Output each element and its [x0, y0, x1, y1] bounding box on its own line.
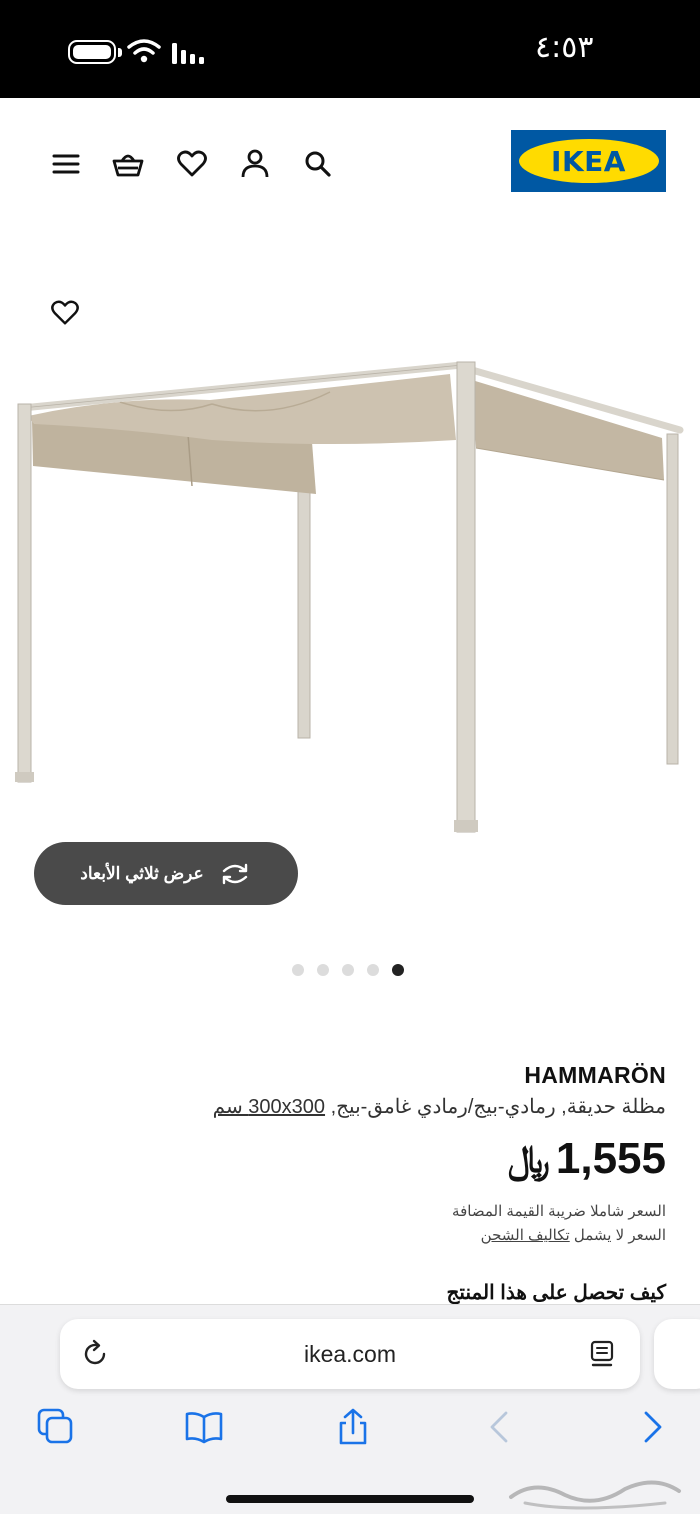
ikea-logo[interactable]: IKEA — [511, 130, 666, 192]
product-name: HAMMARÖN — [524, 1062, 666, 1088]
shipping-costs-link[interactable]: تكاليف الشحن — [481, 1227, 570, 1244]
shipping-note-prefix: السعر لا يشمل — [569, 1227, 666, 1244]
forward-icon[interactable] — [632, 1407, 672, 1447]
status-time: ٤:٥٣ — [535, 30, 594, 65]
how-to-get-heading: كيف تحصل على هذا المنتج — [446, 1282, 666, 1304]
vat-note: السعر شاملا ضريبة القيمة المضافة — [452, 1203, 666, 1220]
next-tab-preview[interactable] — [654, 1319, 700, 1389]
product-description-text: مظلة حديقة, رمادي-بيج/رمادي غامق-بيج, — [325, 1096, 666, 1118]
menu-icon[interactable] — [50, 148, 82, 180]
gallery-dot[interactable] — [317, 964, 329, 976]
product-price: ﷼ 1,555 — [508, 1134, 666, 1184]
url-text: ikea.com — [303, 1341, 397, 1367]
price-value: 1,555 — [555, 1134, 666, 1183]
bookmarks-icon[interactable] — [184, 1407, 224, 1447]
address-bar[interactable]: ikea.com — [60, 1319, 640, 1389]
gallery-dot[interactable] — [367, 964, 379, 976]
share-icon[interactable] — [333, 1407, 373, 1447]
view-3d-label: عرض ثلاثي الأبعاد — [80, 863, 204, 883]
favorite-heart-icon[interactable] — [50, 298, 80, 328]
battery-tip — [118, 48, 122, 57]
browser-bottom-bar: ikea.com — [0, 1304, 700, 1514]
view-3d-button[interactable]: عرض ثلاثي الأبعاد — [34, 842, 298, 905]
wifi-icon — [127, 39, 161, 63]
cellular-signal-icon — [172, 43, 204, 64]
ikea-logo-text: IKEA — [551, 144, 626, 178]
basket-icon[interactable] — [112, 148, 144, 180]
status-bar: ٤:٥٣ — [0, 0, 700, 98]
gallery-pagination — [292, 964, 404, 976]
home-indicator[interactable] — [226, 1495, 474, 1503]
watermark-logo — [509, 1480, 681, 1510]
header-nav — [50, 148, 340, 180]
gallery-dot-active[interactable] — [392, 964, 404, 976]
currency-symbol: ﷼ — [507, 1136, 550, 1181]
battery-icon — [68, 40, 116, 64]
ikea-logo-oval: IKEA — [518, 139, 659, 183]
rotate-3d-icon — [222, 863, 247, 884]
reader-mode-icon[interactable] — [588, 1339, 616, 1369]
product-page: IKEA عرض ثلاثي الأبعاد HAMMARÖN مظلة حدي… — [0, 98, 700, 1304]
user-icon[interactable] — [239, 148, 271, 180]
product-size-link[interactable]: 300x300 سم — [213, 1096, 325, 1118]
search-icon[interactable] — [302, 148, 334, 180]
heart-icon[interactable] — [176, 148, 208, 180]
tabs-icon[interactable] — [36, 1407, 76, 1447]
shipping-note: السعر لا يشمل تكاليف الشحن — [481, 1226, 666, 1244]
back-icon[interactable] — [480, 1407, 520, 1447]
gallery-dot[interactable] — [342, 964, 354, 976]
product-description: مظلة حديقة, رمادي-بيج/رمادي غامق-بيج, 30… — [213, 1094, 666, 1119]
gallery-dot[interactable] — [292, 964, 304, 976]
